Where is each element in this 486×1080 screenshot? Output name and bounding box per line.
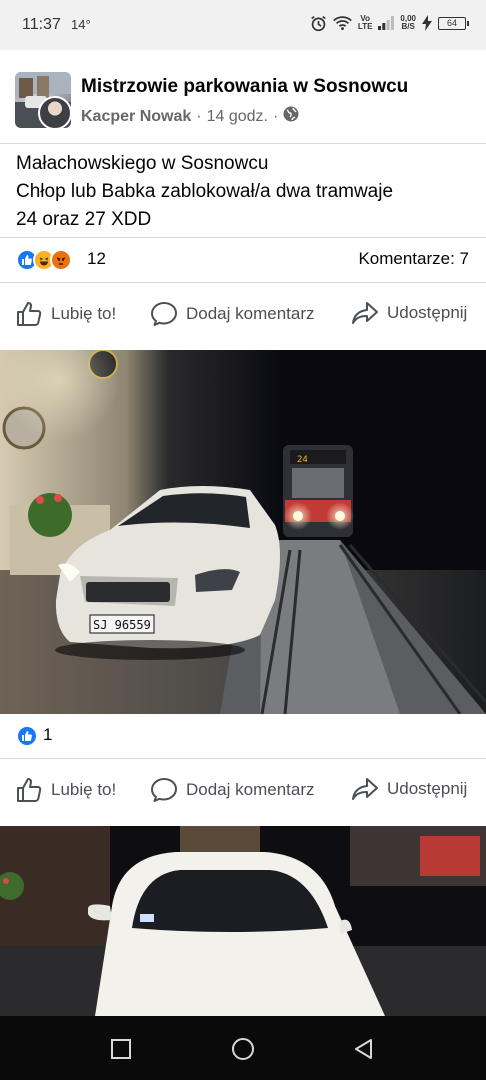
post-time[interactable]: 14 godz.	[207, 108, 268, 126]
post-actions: Lubię to! Dodaj komentarz Udostępnij	[0, 283, 486, 345]
like-label: Lubię to!	[51, 304, 117, 323]
status-time: 11:37	[22, 16, 61, 33]
comment-label: Dodaj komentarz	[186, 304, 315, 323]
recents-button[interactable]	[106, 1034, 136, 1064]
post-photo-1[interactable]: 24 SJ 96559	[0, 350, 486, 714]
speed-unit: B/S	[401, 22, 415, 31]
post-text-line: Chłop lub Babka zablokował/a dwa tramwaj…	[16, 181, 394, 202]
reactions-summary[interactable]: 12 Komentarze: 7	[0, 238, 486, 282]
volte-bottom: LTE	[357, 22, 373, 31]
signal-icon	[378, 13, 395, 33]
like-label: Lubię to!	[51, 780, 117, 799]
divider	[0, 143, 486, 144]
author-avatar[interactable]	[38, 96, 72, 130]
battery-icon: 64	[438, 16, 469, 30]
square-icon	[111, 1039, 131, 1059]
group-name[interactable]: Mistrzowie parkowania w Sosnowcu	[81, 76, 408, 98]
tram-number: 24	[297, 455, 308, 465]
meta-separator: ·	[196, 107, 202, 125]
photo-actions: Lubię to! Dodaj komentarz Udostępnij	[0, 759, 486, 821]
status-temperature: 14°	[71, 17, 91, 32]
system-navigation-bar	[0, 1016, 486, 1080]
comment-label: Dodaj komentarz	[186, 780, 315, 799]
like-icon	[16, 725, 38, 747]
comments-count[interactable]: Komentarze: 7	[358, 249, 469, 269]
reaction-icons	[16, 725, 38, 747]
home-button[interactable]	[228, 1034, 258, 1064]
meta-separator-2: ·	[272, 107, 279, 125]
post-photo-2[interactable]	[0, 826, 486, 1016]
post-text: Małachowskiego w Sosnowcu Chłop lub Babk…	[16, 150, 476, 234]
volte-icon: Vo LTE	[358, 13, 373, 33]
back-button[interactable]	[348, 1034, 378, 1064]
alarm-icon	[310, 13, 327, 33]
thumbs-up-icon	[17, 302, 42, 326]
reactions-count: 12	[87, 249, 106, 268]
reaction-icons	[16, 249, 72, 271]
photo-reactions-count: 1	[43, 725, 53, 744]
post-header: Mistrzowie parkowania w Sosnowcu Kacper …	[0, 56, 486, 144]
share-icon	[352, 302, 378, 324]
license-plate: SJ 96559	[93, 618, 151, 632]
angry-icon	[50, 249, 72, 271]
circle-icon	[232, 1038, 254, 1060]
thumbs-up-icon	[17, 778, 42, 802]
like-button[interactable]: Lubię to!	[16, 301, 116, 327]
share-icon	[352, 778, 378, 800]
status-bar: 11:37 14° Vo LTE 0,00 B/S 64	[0, 0, 486, 50]
photo-share-button[interactable]: Udostępnij	[351, 777, 467, 801]
author-name[interactable]: Kacper Nowak	[81, 108, 191, 126]
back-triangle-icon	[355, 1039, 372, 1059]
photo-like-button[interactable]: Lubię to!	[16, 777, 116, 803]
wifi-icon	[333, 13, 352, 33]
comment-icon	[151, 778, 177, 802]
share-label: Udostępnij	[387, 779, 468, 798]
post-text-line: 24 oraz 27 XDD	[16, 209, 152, 230]
post-meta: Kacper Nowak · 14 godz. ·	[81, 106, 299, 127]
photo-comment-button[interactable]: Dodaj komentarz	[150, 777, 315, 803]
charging-icon	[422, 13, 432, 33]
comment-icon	[151, 302, 177, 326]
post-text-line: Małachowskiego w Sosnowcu	[16, 153, 269, 174]
share-button[interactable]: Udostępnij	[351, 301, 467, 325]
photo-reactions-summary[interactable]: 1	[0, 714, 486, 758]
globe-icon	[283, 106, 299, 127]
status-icons: Vo LTE 0,00 B/S 64	[310, 13, 469, 33]
comment-button[interactable]: Dodaj komentarz	[150, 301, 315, 327]
network-speed: 0,00 B/S	[400, 13, 416, 33]
share-label: Udostępnij	[387, 303, 468, 322]
